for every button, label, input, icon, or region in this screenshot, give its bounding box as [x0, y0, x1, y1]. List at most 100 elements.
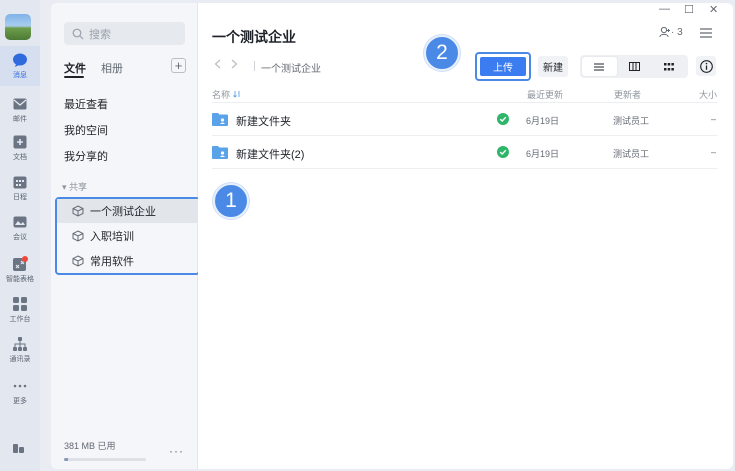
cube-icon — [72, 230, 84, 242]
storage-fill — [64, 458, 69, 461]
chat-icon — [12, 52, 28, 68]
members-count: · 3 — [671, 26, 683, 38]
rail-item-docs[interactable]: 文档 — [0, 128, 40, 168]
enterprise-label: 常用软件 — [90, 256, 134, 268]
step-marker-1: 1 — [213, 183, 249, 219]
workbench-icon — [12, 296, 28, 312]
more-icon — [12, 378, 28, 394]
enterprise-label: 一个测试企业 — [90, 206, 156, 218]
storage-more-button[interactable]: ··· — [169, 444, 184, 458]
column-header-name[interactable]: 名称 — [212, 88, 241, 101]
synced-check-icon — [497, 146, 509, 158]
file-name: 新建文件夹 — [236, 116, 291, 128]
info-button[interactable] — [696, 56, 716, 76]
maximize-button[interactable]: ☐ — [684, 3, 694, 16]
folder-icon — [212, 146, 228, 159]
cube-icon — [72, 255, 84, 267]
file-owner: 测试员工 — [613, 116, 650, 126]
file-sidebar: 搜索 文件 相册 + 最近查看 我的空间 我分享的 ▾ 共享 一个测试企业 入职… — [51, 3, 200, 469]
rail-label: 消息 — [13, 72, 27, 79]
step-marker-2: 2 — [424, 35, 460, 71]
forward-icon[interactable] — [231, 59, 238, 69]
rail-item-contacts[interactable]: 通讯录 — [0, 330, 40, 370]
avatar[interactable] — [5, 14, 31, 40]
rail-label: 智能表格 — [6, 276, 34, 283]
person-icon — [659, 26, 670, 38]
app-rail: 消息 邮件 文档 日程 会议 智能表格 工作台 通讯录 更多 — [0, 0, 40, 471]
storage-label: 381 MB 已用 — [64, 441, 116, 451]
close-button[interactable]: ✕ — [709, 3, 718, 16]
column-view-icon — [628, 62, 640, 71]
tab-files[interactable]: 文件 — [64, 60, 86, 76]
doc-icon — [12, 134, 28, 150]
search-icon — [72, 28, 84, 39]
file-size: – — [711, 114, 717, 124]
file-owner: 测试员工 — [613, 149, 650, 159]
column-view-button[interactable] — [617, 57, 652, 76]
enterprise-label: 入职培训 — [90, 231, 134, 243]
enterprise-item[interactable]: 常用软件 — [57, 249, 198, 273]
synced-check-icon — [497, 113, 509, 125]
grid-view-button[interactable] — [651, 57, 686, 76]
column-header-size[interactable]: 大小 — [699, 88, 717, 101]
upload-button[interactable]: 上传 — [480, 57, 526, 76]
calendar-icon — [12, 174, 28, 190]
column-header-updated[interactable]: 最近更新 — [527, 88, 563, 101]
folder-icon — [212, 113, 228, 126]
minimize-button[interactable]: — — [659, 3, 670, 15]
rail-item-workbench[interactable]: 工作台 — [0, 290, 40, 330]
column-header-updater[interactable]: 更新者 — [614, 88, 641, 101]
nav-shared-by-me[interactable]: 我分享的 — [64, 148, 108, 164]
storage-bar — [64, 458, 146, 461]
list-view-button[interactable] — [582, 57, 617, 76]
file-date: 6月19日 — [526, 149, 560, 159]
menu-icon[interactable] — [700, 28, 712, 38]
rail-label: 会议 — [13, 234, 27, 241]
grid-view-icon — [663, 62, 674, 70]
new-button[interactable]: 新建 — [538, 56, 568, 77]
sort-icon — [232, 91, 239, 98]
back-icon[interactable] — [214, 59, 221, 69]
rail-item-calendar[interactable]: 日程 — [0, 168, 40, 208]
add-button[interactable]: + — [171, 58, 186, 73]
list-view-icon — [594, 63, 605, 70]
shared-section-toggle[interactable]: ▾ 共享 — [62, 180, 87, 193]
file-date: 6月19日 — [526, 116, 560, 126]
search-input[interactable]: 搜索 — [64, 22, 185, 45]
enterprise-item[interactable]: 入职培训 — [57, 224, 198, 248]
smart-table-icon — [12, 256, 28, 272]
nav-recent[interactable]: 最近查看 — [64, 96, 108, 112]
tab-album[interactable]: 相册 — [101, 60, 123, 76]
info-icon — [699, 59, 713, 73]
rail-label: 更多 — [13, 398, 27, 405]
stats-icon[interactable] — [12, 440, 28, 456]
rail-item-smart-table[interactable]: 智能表格 — [0, 250, 40, 290]
main-panel: — ☐ ✕ 一个测试企业 · 3 一个测试企业 上传 新建 名称 最近更新 更新… — [198, 3, 733, 469]
file-name: 新建文件夹(2) — [236, 149, 305, 161]
members-button[interactable]: · 3 — [659, 26, 683, 38]
page-title: 一个测试企业 — [212, 29, 296, 45]
search-placeholder: 搜索 — [89, 28, 111, 41]
upload-highlight-box: 上传 — [475, 52, 531, 81]
rail-item-mail[interactable]: 邮件 — [0, 90, 40, 130]
rail-item-more[interactable]: 更多 — [0, 372, 40, 412]
rail-label: 通讯录 — [9, 356, 31, 363]
contacts-icon — [12, 336, 28, 352]
meeting-icon — [12, 214, 28, 230]
rail-item-meeting[interactable]: 会议 — [0, 208, 40, 248]
nav-my-space[interactable]: 我的空间 — [64, 122, 108, 138]
mail-icon — [12, 96, 28, 112]
enterprise-item[interactable]: 一个测试企业 — [57, 199, 198, 223]
table-row[interactable]: 新建文件夹(2) 6月19日 测试员工 – — [212, 136, 717, 169]
view-switcher — [580, 55, 688, 78]
rail-label: 日程 — [13, 194, 27, 201]
breadcrumb[interactable]: 一个测试企业 — [261, 60, 321, 75]
file-size: – — [711, 147, 717, 157]
history-nav — [214, 59, 238, 69]
rail-label: 邮件 — [13, 116, 27, 123]
table-row[interactable]: 新建文件夹 6月19日 测试员工 – — [212, 103, 717, 136]
rail-label: 文档 — [13, 154, 27, 161]
column-header-name-label: 名称 — [212, 90, 231, 100]
rail-label: 工作台 — [9, 316, 31, 323]
rail-item-messages[interactable]: 消息 — [0, 46, 40, 86]
